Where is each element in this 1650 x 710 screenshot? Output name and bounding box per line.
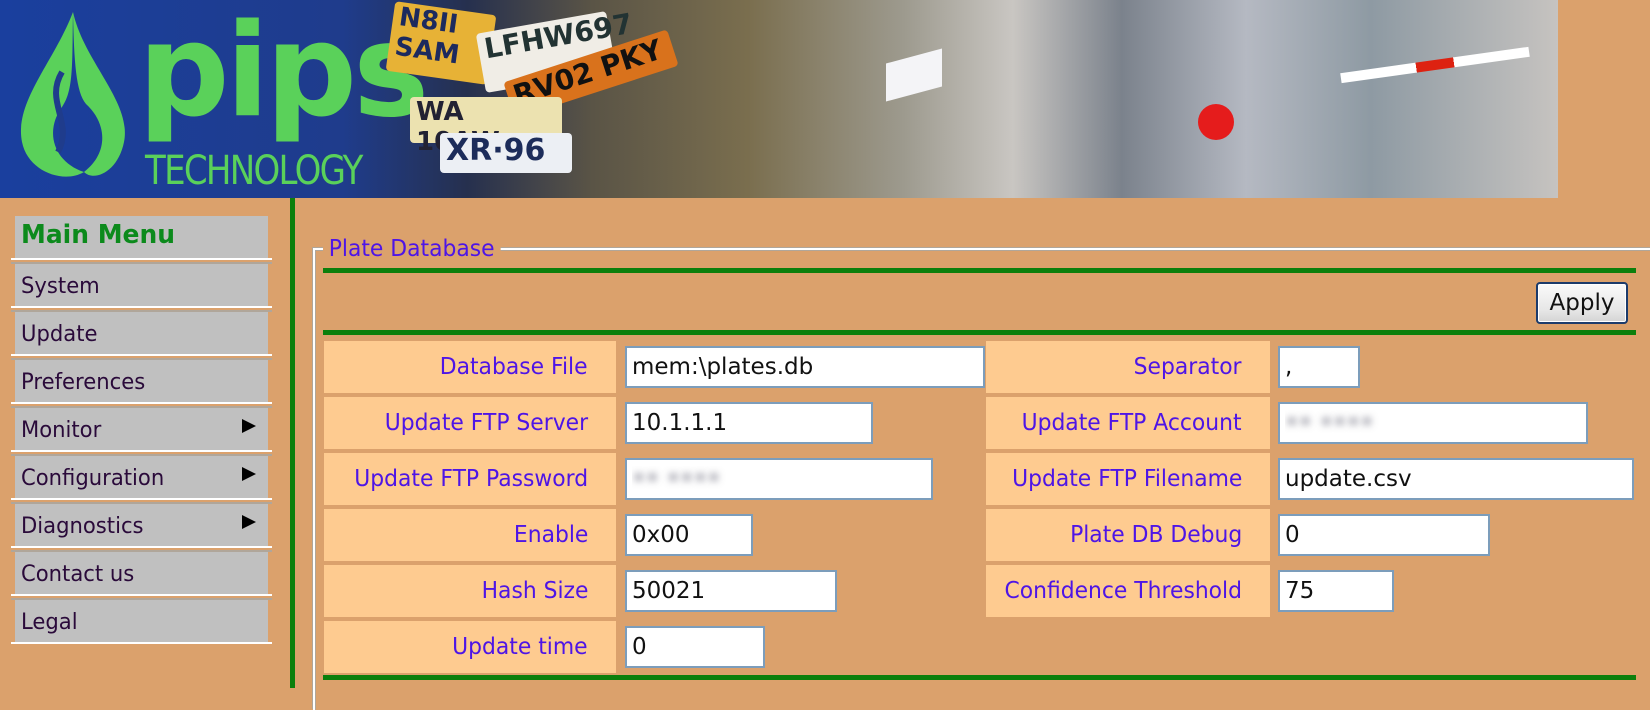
menu-item-label: Configuration [21,466,165,491]
header-banner: pips TECHNOLOGY N8II SAM LFHW697 RV02 PK… [0,0,1558,198]
menu-item-label: Update [21,322,98,347]
update-time-label: Update time [324,621,616,673]
divider [323,675,1636,680]
menu-item-system[interactable]: System [11,262,272,308]
update-ftp-server-label: Update FTP Server [324,397,616,449]
truck-image [886,48,942,102]
plate-db-debug-input[interactable] [1278,514,1490,556]
enable-label: Enable [324,509,616,561]
apply-button[interactable]: Apply [1536,282,1628,324]
main-menu-title-label: Main Menu [21,220,176,250]
divider [323,268,1636,273]
divider [323,330,1636,335]
main-menu: Main Menu System Update Preferences Moni… [11,216,274,648]
confidence-threshold-input[interactable] [1278,570,1394,612]
menu-item-configuration[interactable]: Configuration [11,454,272,500]
menu-item-legal[interactable]: Legal [11,598,272,644]
update-ftp-account-input[interactable] [1278,402,1588,444]
plate-db-debug-label: Plate DB Debug [986,509,1270,561]
menu-item-label: Diagnostics [21,514,144,539]
submenu-arrow-icon [242,515,256,529]
sidebar-divider [290,198,295,688]
menu-item-label: Contact us [21,562,135,587]
menu-item-label: Preferences [21,370,146,395]
menu-item-preferences[interactable]: Preferences [11,358,272,404]
license-plate-image: XR·96 [440,133,572,173]
menu-item-label: System [21,274,100,299]
hash-size-label: Hash Size [324,565,616,617]
logo-subtext: TECHNOLOGY [145,148,363,194]
database-file-input[interactable] [625,346,985,388]
logo-text: pips [138,0,429,146]
menu-item-label: Legal [21,610,78,635]
panel-title: Plate Database [323,236,501,262]
menu-item-label: Monitor [21,418,102,443]
update-time-input[interactable] [625,626,765,668]
menu-item-diagnostics[interactable]: Diagnostics [11,502,272,548]
submenu-arrow-icon [242,467,256,481]
separator-input[interactable] [1278,346,1360,388]
menu-item-monitor[interactable]: Monitor [11,406,272,452]
menu-item-update[interactable]: Update [11,310,272,356]
update-ftp-filename-input[interactable] [1278,458,1634,500]
hash-size-input[interactable] [625,570,837,612]
database-file-label: Database File [324,341,616,393]
update-ftp-filename-label: Update FTP Filename [986,453,1270,505]
traffic-light-image [1198,104,1234,140]
main-menu-title: Main Menu [11,216,272,260]
menu-item-contact-us[interactable]: Contact us [11,550,272,596]
update-ftp-server-input[interactable] [625,402,873,444]
logo-drop-icon [20,12,125,177]
update-ftp-account-label: Update FTP Account [986,397,1270,449]
separator-label: Separator [986,341,1270,393]
confidence-threshold-label: Confidence Threshold [986,565,1270,617]
update-ftp-password-label: Update FTP Password [324,453,616,505]
barrier-image [1340,46,1530,84]
submenu-arrow-icon [242,419,256,433]
update-ftp-password-input[interactable] [625,458,933,500]
enable-input[interactable] [625,514,753,556]
